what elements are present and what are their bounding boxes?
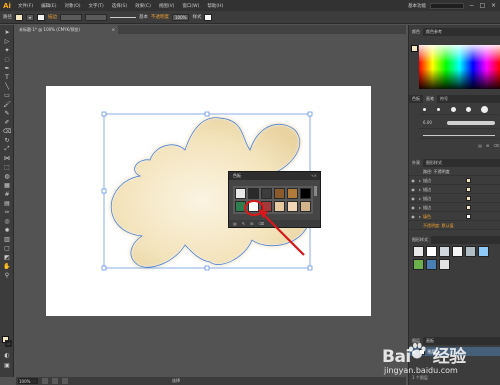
graphic-styles-header: 图形样式 (409, 236, 500, 244)
brush-row-thin[interactable] (419, 131, 499, 139)
prev-artboard-button[interactable] (52, 378, 58, 384)
tab-color[interactable]: 颜色 (409, 28, 423, 36)
brush-row-strokes[interactable]: 6.00 (419, 117, 499, 129)
appearance-row[interactable]: ◉ ▸ 描边 (409, 177, 500, 185)
graphic-style-swatch[interactable] (426, 259, 437, 270)
appearance-row-swatch[interactable] (466, 178, 471, 183)
swatch-selected[interactable] (248, 201, 259, 212)
graphic-style-swatch[interactable] (439, 246, 450, 257)
appearance-title: 路径: 不透明度 (423, 168, 450, 174)
swatches-popup-header[interactable]: 色板 «× (229, 172, 320, 180)
eye-icon[interactable]: ◉ (409, 214, 417, 219)
graphic-style-swatch[interactable] (413, 259, 424, 270)
panel-dock: 颜色 颜色参考 色板 画笔 符号 6.00 ▤ ⊞ ⌫ 外观 图形样式 路径: … (408, 25, 500, 385)
swatch[interactable] (287, 188, 298, 199)
tab-swatches[interactable]: 色板 (409, 96, 423, 102)
swatches-scrollbar[interactable] (314, 186, 317, 196)
new-brush-icon[interactable]: ⊞ (486, 143, 489, 149)
brush-size-value: 6.00 (423, 120, 432, 125)
zoom-value: 100% (19, 379, 31, 384)
status-bar: 100% 选择 (16, 377, 406, 385)
swatch[interactable] (261, 201, 272, 212)
appearance-row-swatch[interactable] (466, 205, 471, 210)
swatch-library-icon[interactable]: ▤ (233, 221, 237, 226)
appearance-row[interactable]: ◉ ▸ 描边 (409, 204, 500, 212)
brush-panel-footer: ▤ ⊞ ⌫ (419, 143, 499, 149)
first-artboard-button[interactable] (42, 378, 48, 384)
graphic-style-swatch[interactable] (413, 246, 424, 257)
swatch[interactable] (274, 201, 285, 212)
baidu-watermark: Bai 经验 jingyan.baidu.com (370, 338, 498, 384)
brush-row-dots[interactable] (419, 105, 499, 115)
eye-icon[interactable]: ◉ (409, 196, 417, 201)
eye-icon[interactable]: ◉ (409, 178, 417, 183)
appearance-row-label: 描边 (423, 177, 431, 183)
graphic-style-swatch[interactable] (478, 246, 489, 257)
delete-brush-icon[interactable]: ⌫ (493, 143, 499, 149)
swatches-popup[interactable]: 色板 «× ▤ ✎ ⊞ ⌫ (228, 171, 321, 228)
swatch[interactable] (300, 201, 311, 212)
appearance-opacity-row[interactable]: 不透明度: 默认值 (409, 222, 500, 230)
swatches-popup-title: 色板 (233, 173, 241, 178)
swatches-grid (233, 186, 313, 214)
color-panel-header: 颜色 颜色参考 (409, 28, 500, 36)
brush-library-icon[interactable]: ▤ (478, 143, 482, 149)
color-panel-fill-swatch[interactable] (411, 45, 418, 52)
swatch[interactable] (235, 201, 246, 212)
appearance-panel-header: 外观 图形样式 (409, 159, 500, 167)
appearance-row[interactable]: ◉ ▸ 描边 (409, 195, 500, 203)
swatch-none[interactable] (235, 188, 246, 199)
appearance-row-label: 描边 (423, 204, 431, 210)
graphic-style-swatch[interactable] (452, 246, 463, 257)
new-swatch-icon[interactable]: ⊞ (250, 221, 253, 226)
eye-icon[interactable]: ◉ (409, 205, 417, 210)
swatch[interactable] (248, 188, 259, 199)
tab-graphic-styles-panel[interactable]: 图形样式 (409, 236, 431, 244)
swatch[interactable] (300, 188, 311, 199)
appearance-row-label: 描边 (423, 195, 431, 201)
brush-stroke-preview (447, 121, 495, 125)
zoom-level-input[interactable]: 100% (18, 378, 38, 384)
swatches-popup-footer: ▤ ✎ ⊞ ⌫ (229, 220, 320, 227)
swatch[interactable] (287, 201, 298, 212)
delete-swatch-icon[interactable]: ⌫ (259, 221, 265, 226)
appearance-row-swatch[interactable] (466, 187, 471, 192)
appearance-row-swatch[interactable] (466, 196, 471, 201)
graphic-style-swatch[interactable] (439, 259, 450, 270)
appearance-row-label: 描边 (423, 186, 431, 192)
swatch[interactable] (274, 188, 285, 199)
tab-graphic-styles[interactable]: 图形样式 (423, 160, 445, 166)
next-artboard-button[interactable] (62, 378, 68, 384)
color-spectrum[interactable] (419, 45, 500, 89)
edit-swatch-icon[interactable]: ✎ (242, 221, 245, 226)
tab-brushes[interactable]: 画笔 (423, 95, 437, 103)
tab-symbols[interactable]: 符号 (437, 96, 451, 102)
swatch[interactable] (261, 188, 272, 199)
eye-icon[interactable]: ◉ (409, 187, 417, 192)
tab-appearance[interactable]: 外观 (409, 159, 423, 167)
illustrator-window: Ai 文件(F) 编辑(E) 对象(O) 文字(T) 选择(S) 效果(C) 视… (0, 0, 500, 385)
appearance-row[interactable]: ◉ ▸ 填色 (409, 213, 500, 221)
appearance-row[interactable]: ◉ ▸ 描边 (409, 186, 500, 194)
status-tool-label: 选择 (172, 378, 180, 383)
graphic-style-swatch[interactable] (426, 246, 437, 257)
appearance-title-row: 路径: 不透明度 (409, 168, 500, 176)
appearance-row-label: 填色 (423, 213, 431, 219)
tab-color-guide[interactable]: 颜色参考 (423, 29, 445, 35)
appearance-opacity-label: 不透明度: 默认值 (423, 222, 454, 228)
popup-close-icon[interactable]: «× (311, 172, 317, 180)
appearance-row-swatch[interactable] (466, 214, 471, 219)
watermark-url: jingyan.baidu.com (384, 366, 458, 375)
baidu-paw-icon (409, 342, 426, 359)
brush-panel-header: 色板 画笔 符号 (409, 95, 500, 103)
graphic-style-swatch[interactable] (465, 246, 476, 257)
